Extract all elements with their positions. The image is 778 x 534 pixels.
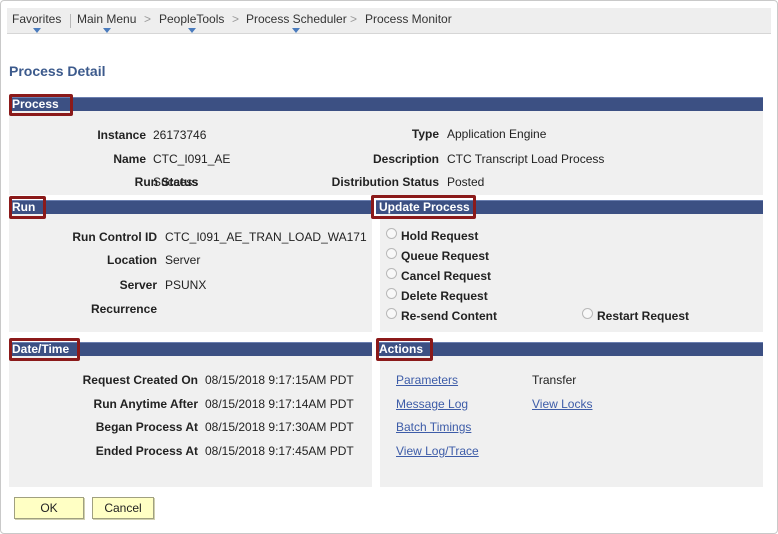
nav-favorites[interactable]: Favorites [12, 12, 62, 33]
began-process-at-label: Began Process At [95, 420, 198, 434]
queue-request-label: Queue Request [401, 249, 490, 263]
resend-content-radio[interactable]: Re-send Content [386, 307, 497, 323]
chevron-down-icon [102, 28, 111, 33]
cancel-request-radio[interactable]: Cancel Request [386, 267, 492, 283]
nav-process-scheduler-label: Process Scheduler [246, 12, 347, 26]
hold-request-radio[interactable]: Hold Request [386, 227, 479, 243]
highlight-box [9, 196, 46, 219]
location-value: Server [165, 253, 201, 267]
run-anytime-after-value: 08/15/2018 9:17:14AM PDT [205, 397, 354, 411]
radio-button[interactable] [386, 227, 397, 239]
distribution-status-label: Distribution Status [331, 175, 439, 189]
process-section-bar: Process [9, 97, 763, 111]
nav-peopletools-label: PeopleTools [159, 12, 225, 26]
chevron-right-icon: > [350, 12, 358, 26]
transfer-label: Transfer [532, 373, 577, 387]
cancel-button[interactable]: Cancel [92, 497, 154, 519]
name-value: CTC_I091_AE [153, 152, 231, 166]
parameters-link[interactable]: Parameters [396, 373, 458, 387]
radio-button[interactable] [386, 287, 397, 299]
instance-label: Instance [97, 128, 146, 142]
chevron-down-icon [292, 28, 301, 33]
resend-content-label: Re-send Content [401, 309, 497, 323]
actions-panel [380, 342, 763, 487]
ok-button[interactable]: OK [14, 497, 84, 519]
batch-timings-link[interactable]: Batch Timings [396, 420, 471, 434]
nav-process-scheduler[interactable]: Process Scheduler [246, 12, 347, 33]
message-log-link[interactable]: Message Log [396, 397, 468, 411]
datetime-panel [9, 342, 372, 487]
request-created-on-value: 08/15/2018 9:17:15AM PDT [205, 373, 354, 387]
view-locks-link[interactable]: View Locks [532, 397, 592, 411]
chevron-right-icon: > [232, 12, 240, 26]
type-value: Application Engine [447, 127, 547, 141]
began-process-at-value: 08/15/2018 9:17:30AM PDT [205, 420, 354, 434]
radio-button[interactable] [386, 267, 397, 279]
highlight-box [9, 94, 73, 116]
description-value: CTC Transcript Load Process [447, 152, 605, 166]
delete-request-label: Delete Request [401, 289, 488, 303]
restart-request-label: Restart Request [597, 309, 690, 323]
queue-request-radio[interactable]: Queue Request [386, 247, 490, 263]
run-status-value: Success [153, 175, 199, 189]
server-value: PSUNX [165, 278, 207, 292]
radio-button[interactable] [386, 247, 397, 259]
description-label: Description [372, 152, 439, 166]
run-section-bar: Run [9, 200, 372, 214]
ended-process-at-label: Ended Process At [95, 444, 198, 458]
view-log-trace-link[interactable]: View Log/Trace [396, 444, 479, 458]
page-title: Process Detail [9, 63, 106, 79]
hold-request-label: Hold Request [401, 229, 479, 243]
recurrence-label: Recurrence [90, 302, 157, 316]
request-created-on-label: Request Created On [82, 373, 198, 387]
nav-favorites-label: Favorites [12, 12, 62, 26]
breadcrumb: Favorites Main Menu > PeopleTools > Proc… [7, 8, 771, 34]
highlight-box [376, 338, 433, 361]
radio-button[interactable] [386, 307, 397, 319]
nav-main-menu[interactable]: Main Menu [77, 12, 137, 33]
instance-value: 26173746 [153, 128, 207, 142]
actions-section-bar: Actions [376, 342, 763, 356]
location-label: Location [107, 253, 157, 267]
chevron-down-icon [32, 28, 41, 33]
highlight-box [371, 195, 476, 219]
ended-process-at-value: 08/15/2018 9:17:45AM PDT [205, 444, 354, 458]
chevron-down-icon [187, 28, 196, 33]
restart-request-radio[interactable]: Restart Request [582, 307, 690, 323]
run-control-id-value: CTC_I091_AE_TRAN_LOAD_WA171 [165, 230, 367, 244]
distribution-status-value: Posted [447, 175, 485, 189]
nav-divider [70, 14, 71, 28]
type-label: Type [411, 127, 439, 141]
chevron-right-icon: > [144, 12, 152, 26]
highlight-box [9, 338, 80, 361]
delete-request-radio[interactable]: Delete Request [386, 287, 488, 303]
nav-process-monitor[interactable]: Process Monitor [365, 12, 452, 26]
cancel-request-label: Cancel Request [401, 269, 492, 283]
name-label: Name [113, 152, 146, 166]
run-control-id-label: Run Control ID [72, 230, 157, 244]
nav-peopletools[interactable]: PeopleTools [159, 12, 225, 33]
run-anytime-after-label: Run Anytime After [93, 397, 198, 411]
server-label: Server [119, 278, 157, 292]
nav-process-monitor-label: Process Monitor [365, 12, 452, 26]
nav-main-menu-label: Main Menu [77, 12, 137, 26]
radio-button[interactable] [582, 307, 593, 319]
